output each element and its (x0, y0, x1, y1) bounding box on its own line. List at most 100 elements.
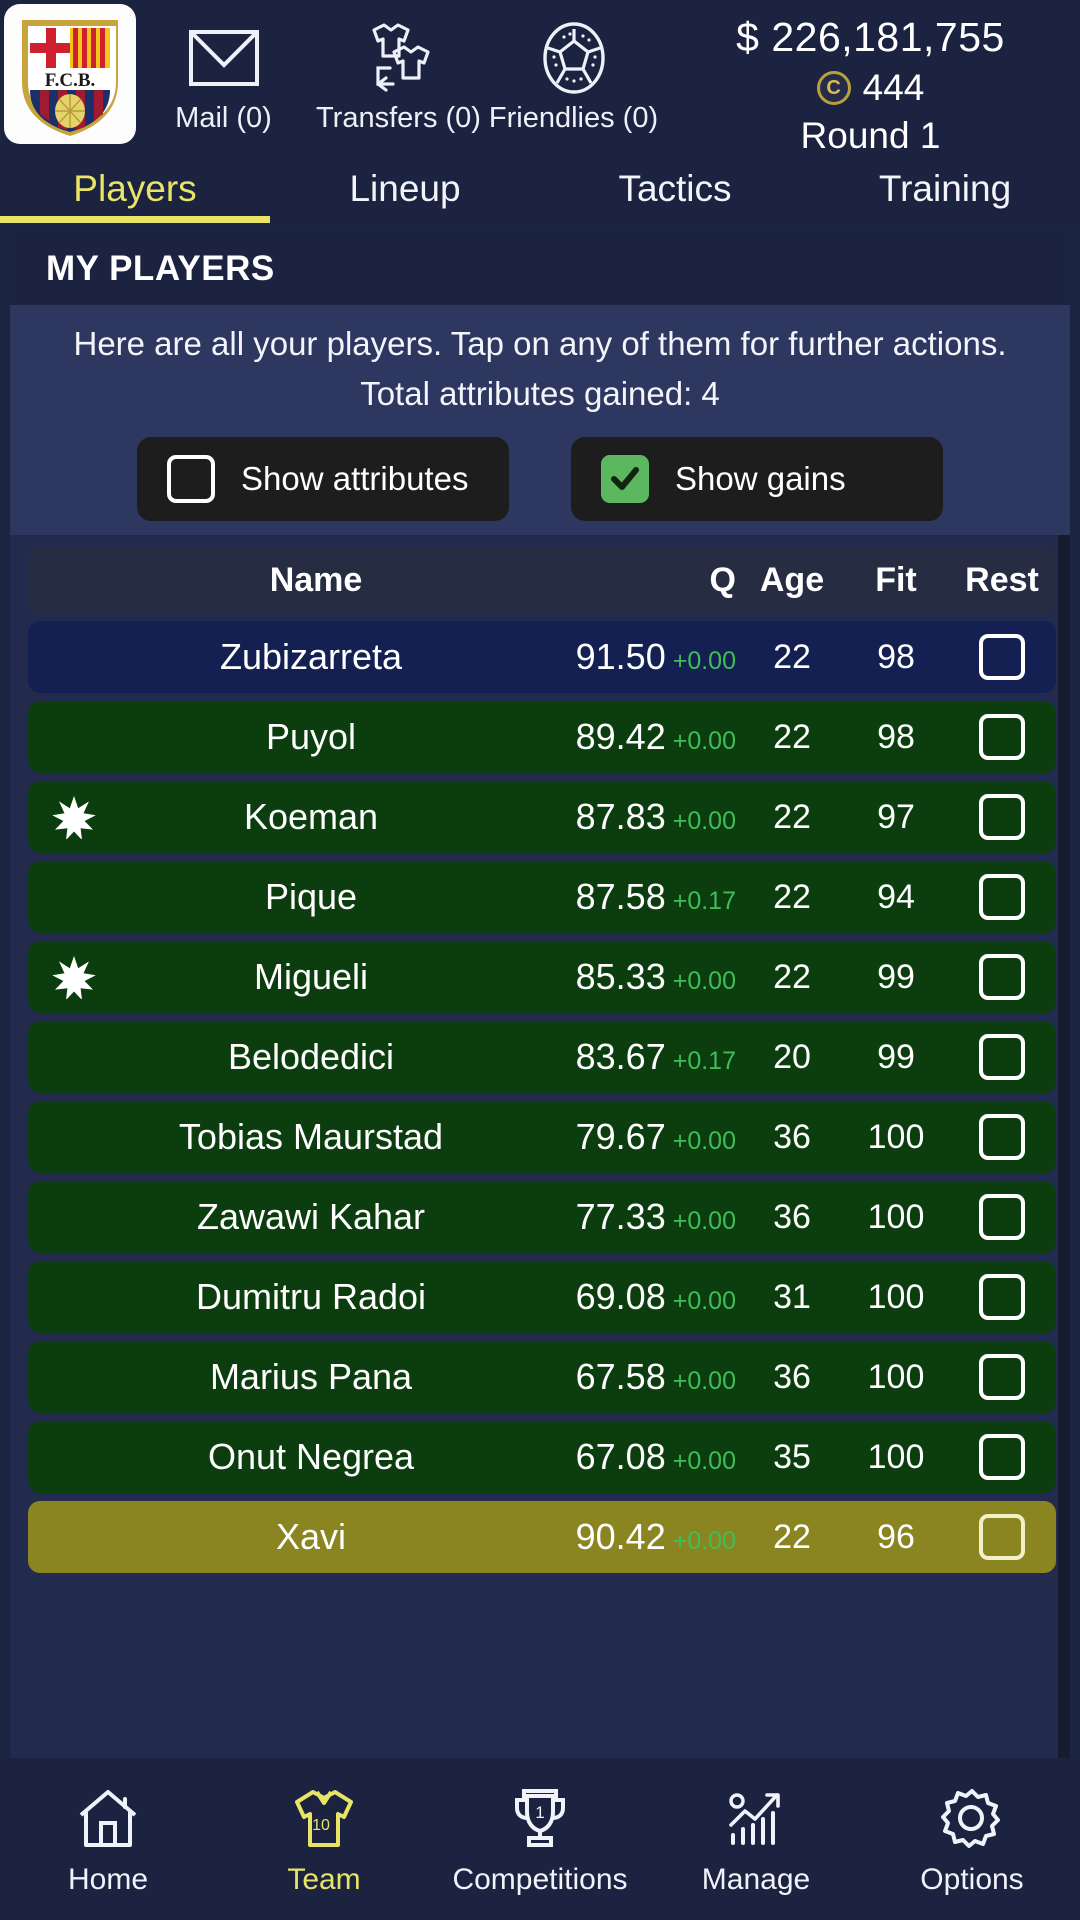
top-item-mail[interactable]: Mail (0) (136, 0, 311, 135)
rest-checkbox[interactable] (979, 634, 1025, 681)
column-header-quality[interactable]: Q (512, 561, 740, 600)
player-rest-cell[interactable] (948, 1514, 1056, 1561)
player-age: 36 (773, 1197, 811, 1236)
player-rest-cell[interactable] (948, 1114, 1056, 1161)
home-icon (73, 1781, 143, 1851)
table-row[interactable]: Marius Pana 67.58 +0.00 36 100 (28, 1341, 1056, 1414)
player-name: Pique (264, 876, 358, 918)
player-rest-cell[interactable] (948, 1274, 1056, 1321)
table-row[interactable]: Xavi 90.42 +0.00 22 96 (28, 1501, 1056, 1574)
player-quality-cell: 87.58 +0.17 (512, 876, 740, 918)
player-rest-cell[interactable] (948, 874, 1056, 921)
table-row[interactable]: Zawawi Kahar 77.33 +0.00 36 100 (28, 1181, 1056, 1254)
player-star-slot (28, 795, 120, 840)
player-age-cell: 22 (740, 718, 844, 757)
table-row[interactable]: Migueli 85.33 +0.00 22 99 (28, 941, 1056, 1014)
player-rest-cell[interactable] (948, 1034, 1056, 1081)
player-rest-cell[interactable] (948, 634, 1056, 681)
rest-checkbox[interactable] (979, 1194, 1025, 1241)
table-row[interactable]: Dumitru Radoi 69.08 +0.00 31 100 (28, 1261, 1056, 1334)
player-name: Onut Negrea (207, 1436, 415, 1478)
player-quality-cell: 91.50 +0.00 (512, 636, 740, 678)
player-age-cell: 36 (740, 1358, 844, 1397)
rest-checkbox[interactable] (979, 1034, 1025, 1081)
players-table[interactable]: Name Q Age Fit Rest Zubizarreta 91.50 +0.0… (10, 535, 1070, 1758)
player-quality-cell: 85.33 +0.00 (512, 956, 740, 998)
table-row[interactable]: Pique 87.58 +0.17 22 94 (28, 861, 1056, 934)
player-fit-cell: 94 (844, 878, 948, 917)
club-crest[interactable]: F.C.B. (4, 4, 136, 144)
rest-checkbox[interactable] (979, 1354, 1025, 1401)
checkbox-checked-icon[interactable] (601, 455, 649, 504)
table-row[interactable]: Tobias Maurstad 79.67 +0.00 36 100 (28, 1101, 1056, 1174)
nav-item-competitions[interactable]: 1 Competitions (432, 1781, 648, 1897)
table-row[interactable]: Zubizarreta 91.50 +0.00 22 98 (28, 621, 1056, 694)
player-age: 36 (773, 1117, 811, 1156)
player-fit: 97 (877, 797, 915, 836)
rest-checkbox[interactable] (979, 1434, 1025, 1481)
nav-item-manage[interactable]: Manage (648, 1781, 864, 1897)
rest-checkbox[interactable] (979, 954, 1025, 1001)
player-fit-cell: 100 (844, 1278, 948, 1317)
tab-players[interactable]: Players (0, 155, 270, 223)
player-fit-cell: 97 (844, 798, 948, 837)
player-age: 22 (773, 637, 811, 676)
top-item-transfers[interactable]: Transfers (0) (311, 0, 486, 135)
column-header-age[interactable]: Age (740, 561, 844, 600)
player-name: Belodedici (227, 1036, 395, 1078)
svg-text:1: 1 (535, 1803, 544, 1822)
player-rest-cell[interactable] (948, 1434, 1056, 1481)
column-header-fit[interactable]: Fit (844, 561, 948, 600)
table-row[interactable]: Puyol 89.42 +0.00 22 98 (28, 701, 1056, 774)
player-quality-gain: +0.00 (672, 1367, 736, 1396)
rest-checkbox[interactable] (979, 1114, 1025, 1161)
player-quality-cell: 67.58 +0.00 (512, 1356, 740, 1398)
player-fit-cell: 100 (844, 1118, 948, 1157)
rest-checkbox[interactable] (979, 714, 1025, 761)
player-rest-cell[interactable] (948, 954, 1056, 1001)
round-label: Round 1 (800, 115, 941, 156)
top-item-friendlies[interactable]: Friendlies (0) (486, 0, 661, 135)
player-fit: 99 (877, 957, 915, 996)
player-rest-cell[interactable] (948, 714, 1056, 761)
player-age-cell: 22 (740, 638, 844, 677)
player-name-cell: Zawawi Kahar (120, 1196, 512, 1238)
nav-item-manage-label: Manage (701, 1863, 811, 1896)
scrollbar[interactable] (1058, 535, 1070, 1758)
table-row[interactable]: Belodedici 83.67 +0.17 20 99 (28, 1021, 1056, 1094)
nav-item-team[interactable]: 10 Team (216, 1781, 432, 1897)
top-item-mail-label: Mail (0) (175, 102, 272, 134)
player-quality: 90.42 (575, 1516, 666, 1558)
player-age-cell: 22 (740, 878, 844, 917)
player-rest-cell[interactable] (948, 1354, 1056, 1401)
player-name-cell: Dumitru Radoi (120, 1276, 512, 1318)
rest-checkbox[interactable] (979, 1274, 1025, 1321)
player-rest-cell[interactable] (948, 794, 1056, 841)
column-header-rest[interactable]: Rest (948, 561, 1056, 600)
player-rest-cell[interactable] (948, 1194, 1056, 1241)
rest-checkbox[interactable] (979, 874, 1025, 921)
show-gains-toggle[interactable]: Show gains (571, 437, 943, 522)
chart-arrow-icon (721, 1781, 791, 1851)
table-row[interactable]: Koeman 87.83 +0.00 22 97 (28, 781, 1056, 854)
show-gains-label: Show gains (675, 460, 846, 498)
my-players-panel: MY PLAYERS Here are all your players. Ta… (10, 231, 1070, 1758)
player-name: Tobias Maurstad (178, 1116, 444, 1158)
tab-tactics[interactable]: Tactics (540, 155, 810, 223)
table-row[interactable]: Onut Negrea 67.08 +0.00 35 100 (28, 1421, 1056, 1494)
nav-item-options[interactable]: Options (864, 1781, 1080, 1897)
player-age: 35 (773, 1437, 811, 1476)
rest-checkbox[interactable] (979, 1514, 1025, 1561)
tab-lineup[interactable]: Lineup (270, 155, 540, 223)
player-name: Migueli (253, 956, 369, 998)
tab-training[interactable]: Training (810, 155, 1080, 223)
show-attributes-toggle[interactable]: Show attributes (137, 437, 509, 522)
checkbox-unchecked-icon[interactable] (167, 455, 215, 504)
star-icon (52, 956, 96, 1000)
rest-checkbox[interactable] (979, 794, 1025, 841)
tab-training-label: Training (878, 168, 1012, 209)
column-header-name[interactable]: Name (28, 561, 512, 600)
player-age-cell: 20 (740, 1038, 844, 1077)
player-age-cell: 36 (740, 1198, 844, 1237)
nav-item-home[interactable]: Home (0, 1781, 216, 1897)
